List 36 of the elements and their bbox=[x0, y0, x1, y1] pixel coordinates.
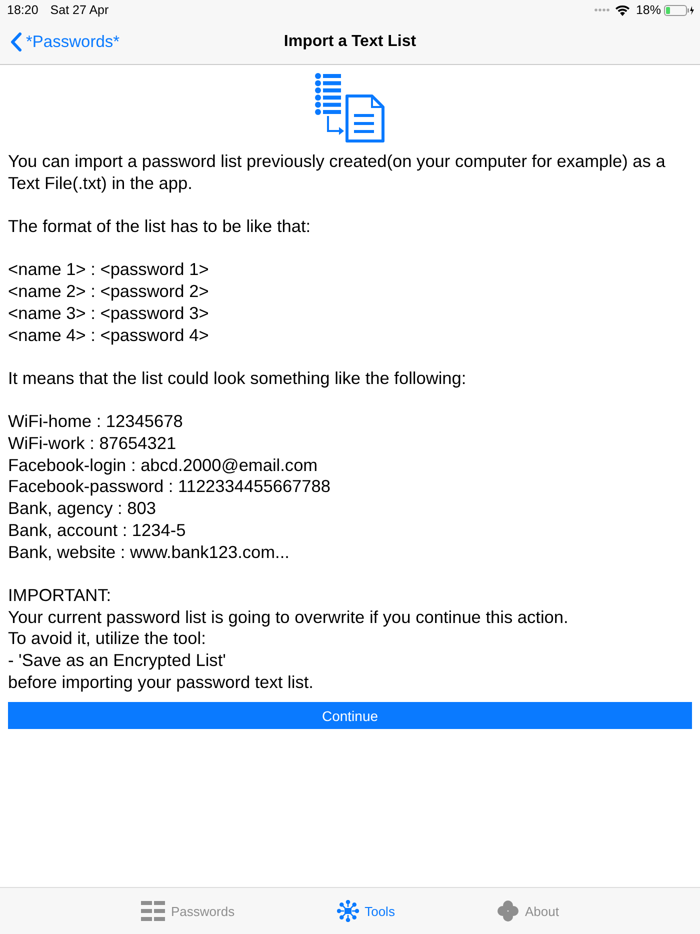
wifi-icon bbox=[614, 4, 630, 16]
status-date: Sat 27 Apr bbox=[50, 3, 109, 17]
battery-percent: 18% bbox=[636, 3, 661, 17]
clover-icon bbox=[496, 900, 519, 922]
body-text: <name 2> : <password 2> bbox=[8, 281, 209, 303]
body-text: Bank, website : www.bank123.com... bbox=[8, 542, 290, 564]
body-text: Facebook-password : 1122334455667788 bbox=[8, 476, 331, 498]
network-icon bbox=[336, 900, 359, 922]
tab-item[interactable]: About bbox=[490, 896, 565, 926]
body-text: - 'Save as an Encrypted List' bbox=[8, 650, 226, 672]
body-text: To avoid it, utilize the tool: bbox=[8, 628, 206, 650]
body-text: IMPORTANT: bbox=[8, 584, 112, 607]
body-text: <name 1> : <password 1> bbox=[8, 259, 209, 282]
nav-title: Import a Text List bbox=[284, 33, 416, 50]
body-text: <name 3> : <password 3> bbox=[8, 302, 209, 325]
body-text: <name 4> : <password 4> bbox=[8, 324, 209, 346]
import-list-icon bbox=[313, 71, 387, 143]
body-text: The format of the list has to be like that: bbox=[8, 216, 311, 238]
body-text: Facebook-login : abcd.2000@email.com bbox=[8, 454, 318, 476]
tab-item[interactable]: Passwords bbox=[135, 897, 241, 925]
tab-item[interactable]: Tools bbox=[330, 896, 401, 926]
body-text: WiFi-work : 87654321 bbox=[8, 433, 176, 455]
body-text: before importing your password text list. bbox=[8, 672, 314, 694]
chevron-left-icon bbox=[10, 32, 23, 52]
back-button[interactable]: *Passwords* bbox=[10, 20, 120, 64]
body-text: It means that the list could look something like the following: bbox=[8, 368, 466, 390]
body-text: Your current password list is going to overwrite if you continue this action. bbox=[8, 606, 568, 628]
continue-button[interactable]: Continue bbox=[8, 702, 692, 730]
body-text: WiFi-home : 12345678 bbox=[8, 411, 183, 434]
signal-icon bbox=[594, 8, 610, 12]
status-time: 18:20 bbox=[7, 3, 38, 17]
grid-icon bbox=[141, 901, 165, 921]
battery-icon bbox=[664, 4, 694, 16]
body-text: You can import a password list previously created(on your computer for example) as a Text File(.txt) in the app. bbox=[8, 151, 666, 194]
body-text: Bank, account : 1234-5 bbox=[8, 520, 186, 542]
body-text: Bank, agency : 803 bbox=[8, 498, 156, 520]
